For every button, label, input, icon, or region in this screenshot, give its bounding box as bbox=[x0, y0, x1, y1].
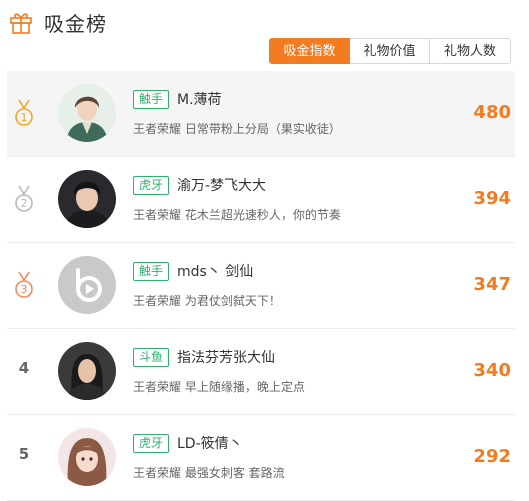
list-item[interactable]: 4 斗鱼 指法芬芳张大仙 王者荣耀 早上随缘播，晚上定点 340 bbox=[7, 329, 515, 415]
streamer-name[interactable]: LD-筱倩丶 bbox=[177, 433, 243, 453]
list-item[interactable]: 1 触手 M.薄荷 王者荣耀 日常带粉上分局（果实收徒） 480 bbox=[7, 71, 515, 157]
streamer-name[interactable]: 指法芬芳张大仙 bbox=[177, 347, 275, 367]
avatar[interactable] bbox=[58, 84, 116, 142]
platform-badge: 虎牙 bbox=[133, 434, 170, 453]
stream-description: 王者荣耀 最强女刺客 套路流 bbox=[133, 466, 285, 480]
avatar[interactable] bbox=[58, 342, 116, 400]
score-value: 480 bbox=[473, 102, 511, 123]
medal-number: 3 bbox=[21, 283, 28, 296]
stream-description: 王者荣耀 早上随缘播，晚上定点 bbox=[133, 380, 305, 394]
medal-number: 2 bbox=[21, 197, 28, 210]
page-header: 吸金榜 bbox=[8, 6, 107, 38]
platform-badge: 斗鱼 bbox=[133, 348, 170, 367]
rank-number: 4 bbox=[18, 359, 30, 377]
tab-gift-count[interactable]: 礼物人数 bbox=[430, 38, 511, 64]
streamer-name[interactable]: mds丶 剑仙 bbox=[177, 261, 253, 281]
stream-description: 王者荣耀 为君仗剑弑天下！ bbox=[133, 294, 281, 308]
platform-badge: 触手 bbox=[133, 90, 170, 109]
silver-medal-icon: 2 bbox=[15, 185, 33, 212]
medal-number: 1 bbox=[21, 111, 28, 124]
gold-medal-icon: 1 bbox=[15, 99, 33, 126]
gift-icon bbox=[10, 13, 32, 34]
avatar[interactable] bbox=[58, 170, 116, 228]
tab-gold-index[interactable]: 吸金指数 bbox=[269, 38, 350, 64]
stream-description: 王者荣耀 日常带粉上分局（果实收徒） bbox=[133, 122, 341, 136]
sort-tabs: 吸金指数 礼物价值 礼物人数 bbox=[269, 38, 511, 66]
page-title: 吸金榜 bbox=[44, 11, 107, 36]
tab-gift-value[interactable]: 礼物价值 bbox=[350, 38, 430, 64]
platform-badge: 虎牙 bbox=[133, 176, 170, 195]
list-item[interactable]: 2 虎牙 渝万-梦飞大大 王者荣耀 花木兰超光速秒人，你的节奏 394 bbox=[7, 157, 515, 243]
score-value: 340 bbox=[473, 360, 511, 381]
streamer-name[interactable]: M.薄荷 bbox=[177, 89, 222, 109]
score-value: 347 bbox=[473, 274, 511, 295]
list-item[interactable]: 5 虎牙 LD-筱倩丶 王者荣耀 最强女刺客 套路流 292 bbox=[7, 415, 515, 501]
default-avatar-icon bbox=[58, 256, 116, 314]
bronze-medal-icon: 3 bbox=[15, 271, 33, 298]
streamer-name[interactable]: 渝万-梦飞大大 bbox=[177, 175, 266, 195]
avatar[interactable] bbox=[58, 428, 116, 486]
list-item[interactable]: 3 触手 mds丶 剑仙 王者荣耀 为君仗剑弑天下！ 347 bbox=[7, 243, 515, 329]
stream-description: 王者荣耀 花木兰超光速秒人，你的节奏 bbox=[133, 208, 341, 222]
rank-number: 5 bbox=[18, 445, 30, 463]
avatar[interactable] bbox=[58, 256, 116, 314]
score-value: 394 bbox=[473, 188, 511, 209]
ranking-list: 1 触手 M.薄荷 王者荣耀 日常带粉上分局（果实收徒） 480 2 虎牙 渝万… bbox=[7, 71, 515, 501]
score-value: 292 bbox=[473, 446, 511, 467]
platform-badge: 触手 bbox=[133, 262, 170, 281]
